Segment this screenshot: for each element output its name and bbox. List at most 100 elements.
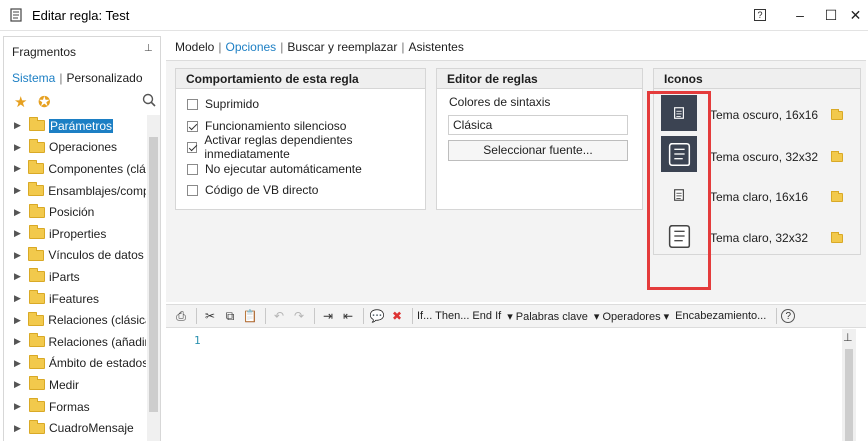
maximize-button[interactable]: ☐ xyxy=(820,0,842,30)
expand-chevron-icon[interactable]: ▶ xyxy=(14,423,22,434)
tree-item[interactable]: ▶ CuadroMensaje xyxy=(4,417,146,439)
expand-chevron-icon[interactable]: ▶ xyxy=(14,358,22,369)
browse-folder-icon[interactable] xyxy=(831,151,843,162)
snippets-scrollbar[interactable] xyxy=(147,115,160,441)
code-scrollbar[interactable]: ⊥ xyxy=(842,329,856,441)
close-button[interactable]: ✕ xyxy=(843,0,868,30)
keywords-dropdown[interactable]: ▾ Palabras clave xyxy=(507,310,588,323)
light-16-icon[interactable] xyxy=(661,177,697,213)
expand-chevron-icon[interactable]: ▶ xyxy=(14,185,21,196)
dark-32-icon[interactable] xyxy=(661,136,697,172)
tree-item[interactable]: ▶ iParts xyxy=(4,266,146,288)
tab-buscar-reemplazar[interactable]: Buscar y reemplazar xyxy=(287,40,397,54)
scrollbar-thumb[interactable] xyxy=(845,349,853,441)
browse-folder-icon[interactable] xyxy=(831,232,843,243)
favorites-icon[interactable]: ★ xyxy=(14,93,27,111)
tree-item[interactable]: ▶ Ámbito de estados xyxy=(4,353,146,375)
tree-item[interactable]: ▶ Medir xyxy=(4,374,146,396)
tree-item[interactable]: ▶ iFeatures xyxy=(4,288,146,310)
tree-item-label: Posición xyxy=(49,205,95,220)
cut-icon[interactable]: ✂ xyxy=(201,307,219,325)
header-button[interactable]: Encabezamiento... xyxy=(675,310,766,322)
if-then-button[interactable]: If... Then... End If xyxy=(417,310,501,322)
operators-label: Operadores xyxy=(602,310,661,323)
tree-item-label: Vínculos de datos d xyxy=(48,248,146,263)
help-circle-icon[interactable]: ? xyxy=(781,309,796,323)
comment-icon[interactable]: 💬 xyxy=(368,307,386,325)
expand-chevron-icon[interactable]: ▶ xyxy=(14,379,22,390)
checkbox[interactable] xyxy=(187,98,198,110)
operators-dropdown[interactable]: ▾ Operadores ▾ xyxy=(594,310,669,323)
uncomment-icon[interactable]: ✖ xyxy=(388,307,406,325)
search-icon[interactable] xyxy=(142,93,156,107)
minimize-button[interactable]: – xyxy=(780,0,820,30)
tree-item[interactable]: ▶ iProperties xyxy=(4,223,146,245)
tab-system[interactable]: Sistema xyxy=(12,71,55,85)
icon-row-dark-16: Tema oscuro, 16x16 xyxy=(654,95,860,135)
dark-16-icon[interactable] xyxy=(661,95,697,131)
expand-chevron-icon[interactable]: ▶ xyxy=(14,271,22,282)
option-no-ejecutar-auto[interactable]: No ejecutar automáticamente xyxy=(187,161,362,177)
tree-item[interactable]: ▶ Ensamblajes/compo xyxy=(4,180,146,202)
option-suprimido[interactable]: Suprimido xyxy=(187,96,259,112)
browse-folder-icon[interactable] xyxy=(831,109,843,120)
outdent-icon[interactable]: ⇤ xyxy=(339,307,357,325)
rule-behavior-group: Comportamiento de esta regla Suprimido F… xyxy=(175,68,426,210)
print-icon[interactable]: ⎙ xyxy=(172,307,190,325)
expand-chevron-icon[interactable]: ▶ xyxy=(14,293,22,304)
option-label: Suprimido xyxy=(205,97,260,111)
tree-item[interactable]: ▶ Formas xyxy=(4,396,146,418)
option-activar-dependientes[interactable]: Activar reglas dependientes inmediatamen… xyxy=(187,133,425,161)
indent-icon[interactable]: ⇥ xyxy=(319,307,337,325)
option-label: Código de VB directo xyxy=(205,183,319,197)
expand-chevron-icon[interactable]: ▶ xyxy=(14,315,21,326)
pin-icon[interactable]: ⊥ xyxy=(144,43,153,54)
code-editor[interactable]: 1 ⊥ xyxy=(166,329,866,441)
tab-separator: | xyxy=(280,40,284,54)
browse-folder-icon[interactable] xyxy=(831,191,843,202)
light-32-icon[interactable] xyxy=(661,218,697,254)
tab-modelo[interactable]: Modelo xyxy=(175,40,214,54)
tree-item[interactable]: ▶ Relaciones (clásica) xyxy=(4,309,146,331)
expand-chevron-icon[interactable]: ▶ xyxy=(14,120,22,131)
scrollbar-thumb[interactable] xyxy=(149,137,158,412)
redo-icon[interactable]: ↷ xyxy=(290,307,308,325)
checkbox[interactable] xyxy=(187,163,198,175)
help-button[interactable]: ? xyxy=(740,0,780,30)
tree-item[interactable]: ▶ Componentes (clási xyxy=(4,158,146,180)
checkbox[interactable] xyxy=(187,120,198,132)
expand-chevron-icon[interactable]: ▶ xyxy=(14,207,22,218)
undo-icon[interactable]: ↶ xyxy=(270,307,288,325)
split-icon[interactable]: ⊥ xyxy=(843,331,853,344)
tree-item[interactable]: ▶ Operaciones xyxy=(4,137,146,159)
editor-toolbar: ⎙ ✂ ⧉ 📋 ↶ ↷ ⇥ ⇤ 💬 ✖ If... Then... End If… xyxy=(166,304,866,328)
expand-chevron-icon[interactable]: ▶ xyxy=(14,401,22,412)
expand-chevron-icon[interactable]: ▶ xyxy=(14,250,21,261)
tree-item[interactable]: ▶ Posición xyxy=(4,201,146,223)
keywords-label: Palabras clave xyxy=(515,310,588,323)
add-favorite-icon[interactable]: ✪ xyxy=(38,93,51,111)
icons-group: Iconos Tema oscuro, 16x16 Tema oscuro, 3… xyxy=(653,68,861,255)
select-font-button[interactable]: Seleccionar fuente... xyxy=(448,140,628,161)
tree-item[interactable]: ▶ Parámetros xyxy=(4,115,146,137)
tree-item[interactable]: ▶ Relaciones (añadir) xyxy=(4,331,146,353)
syntax-colors-select[interactable]: Clásica xyxy=(448,115,628,135)
folder-icon xyxy=(29,203,45,218)
line-number: 1 xyxy=(194,334,201,347)
expand-chevron-icon[interactable]: ▶ xyxy=(14,142,22,153)
copy-icon[interactable]: ⧉ xyxy=(221,307,239,325)
checkbox[interactable] xyxy=(187,184,198,196)
checkbox[interactable] xyxy=(187,141,198,153)
option-funcionamiento-silencioso[interactable]: Funcionamiento silencioso xyxy=(187,118,346,134)
tree-item[interactable]: ▶ Vínculos de datos d xyxy=(4,245,146,267)
tab-asistentes[interactable]: Asistentes xyxy=(408,40,463,54)
expand-chevron-icon[interactable]: ▶ xyxy=(14,163,21,174)
folder-icon xyxy=(29,419,45,434)
expand-chevron-icon[interactable]: ▶ xyxy=(14,228,22,239)
expand-chevron-icon[interactable]: ▶ xyxy=(14,336,22,347)
option-codigo-vb-directo[interactable]: Código de VB directo xyxy=(187,182,318,198)
icon-label: Tema claro, 16x16 xyxy=(710,190,809,204)
tab-custom[interactable]: Personalizado xyxy=(66,71,142,85)
paste-icon[interactable]: 📋 xyxy=(241,307,259,325)
tab-opciones[interactable]: Opciones xyxy=(225,40,276,54)
